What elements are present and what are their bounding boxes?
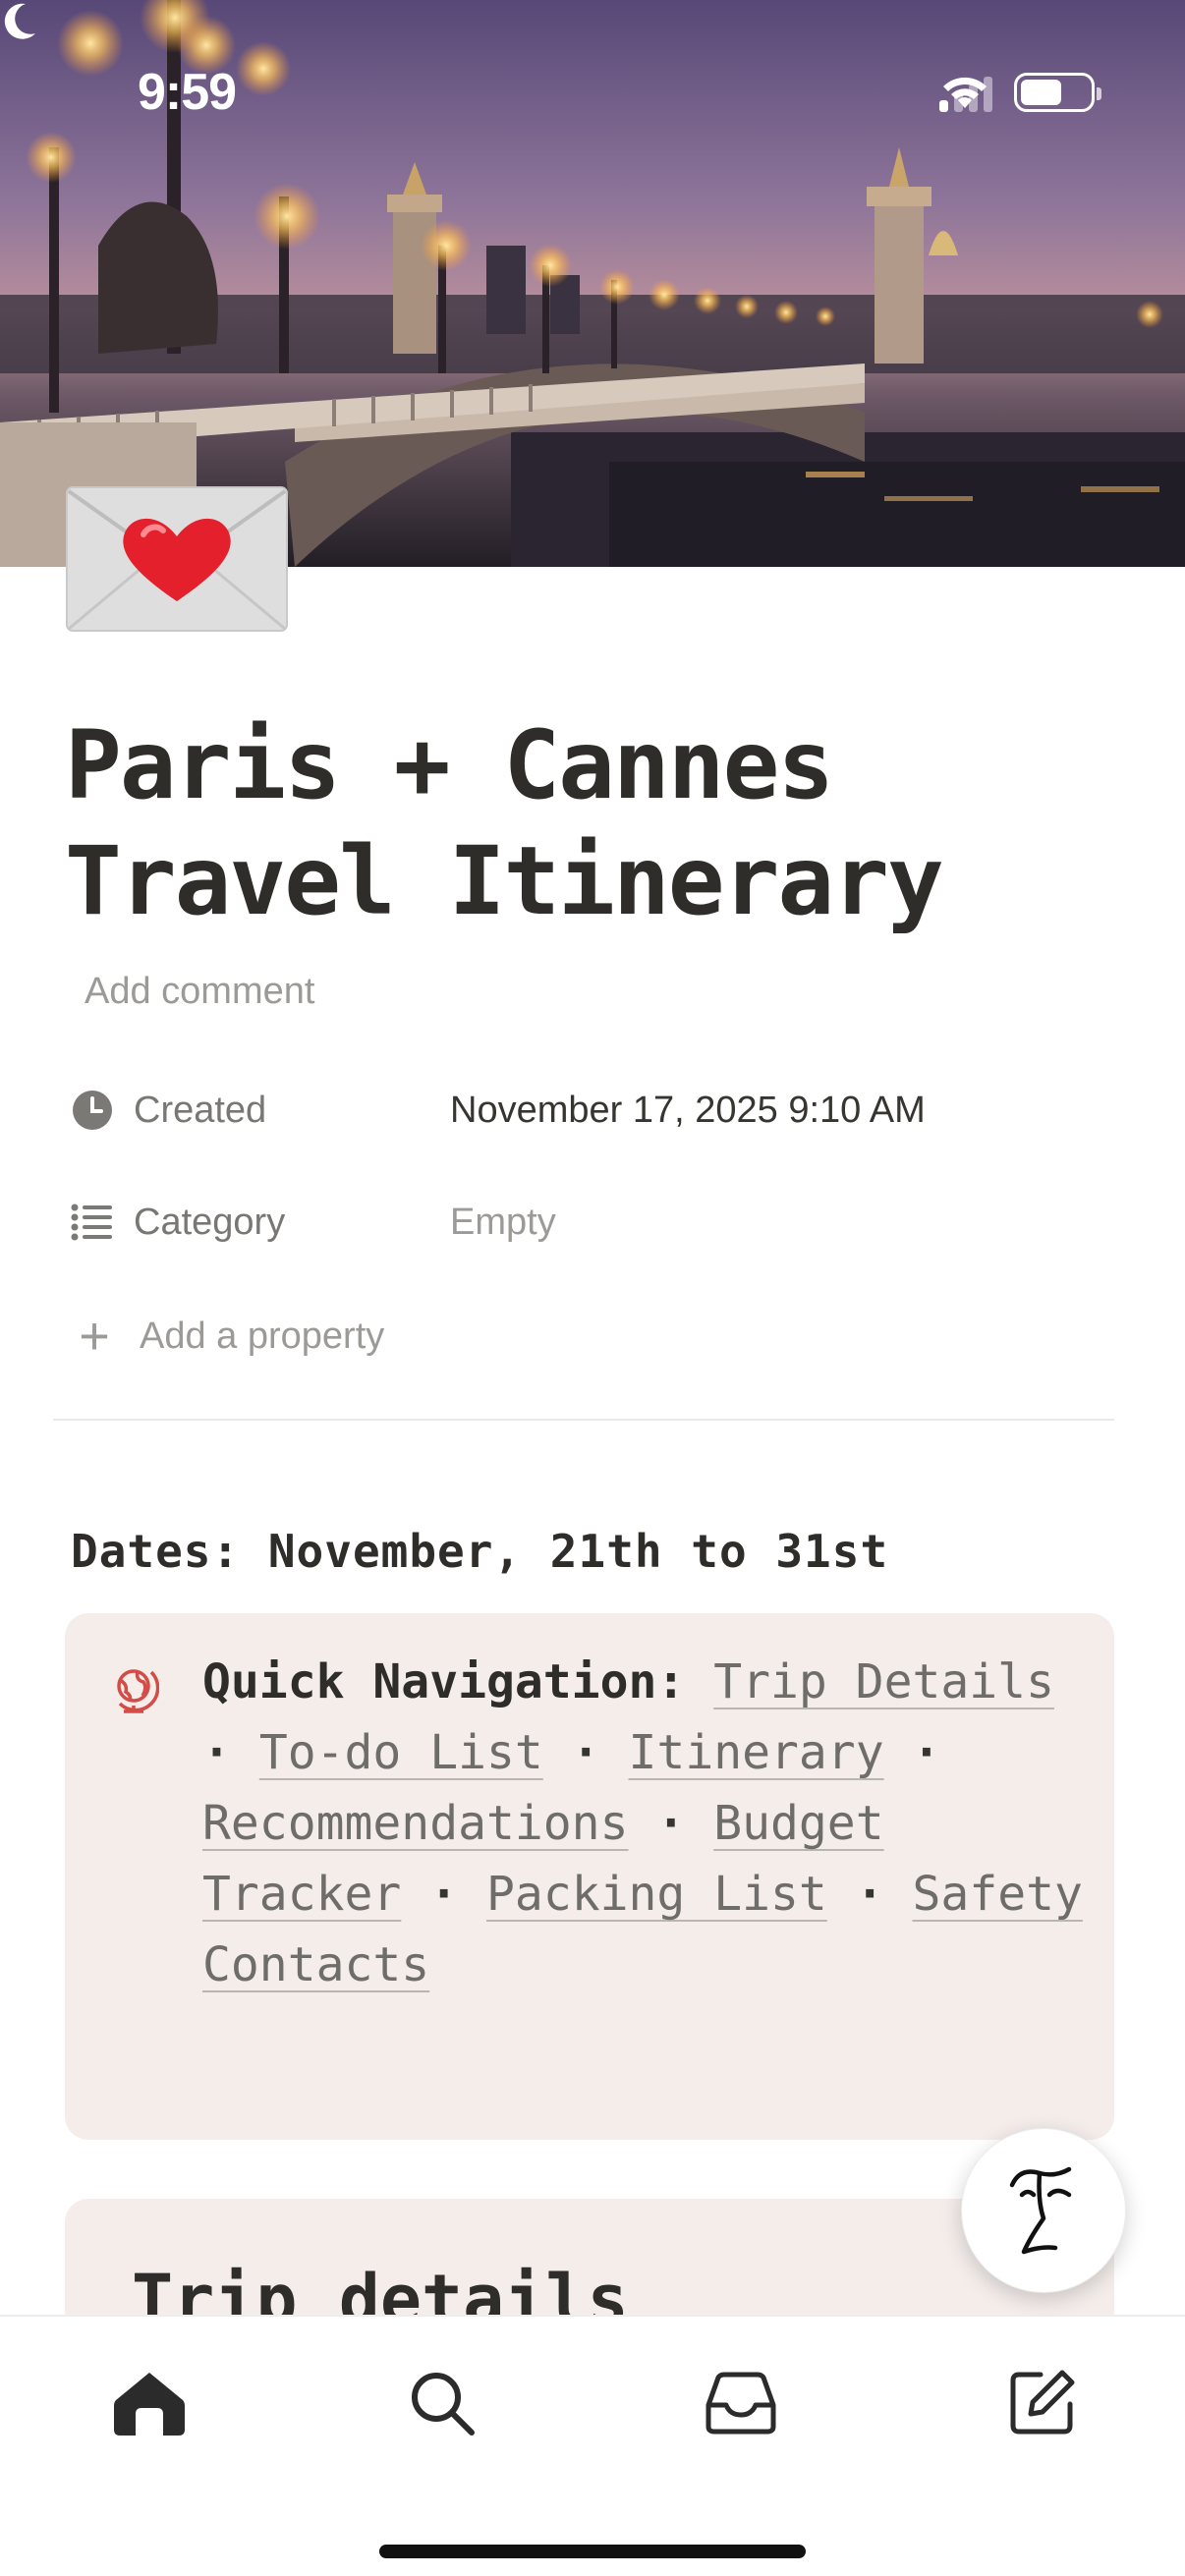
separator: · bbox=[855, 1867, 884, 1922]
home-icon bbox=[114, 2373, 185, 2436]
list-icon bbox=[71, 1201, 114, 1244]
property-name: Category bbox=[134, 1201, 286, 1243]
property-value[interactable]: Empty bbox=[450, 1202, 556, 1244]
clock-icon bbox=[71, 1089, 114, 1132]
link-todo-list[interactable]: To-do List bbox=[259, 1725, 543, 1780]
search-icon bbox=[412, 2373, 475, 2436]
notion-ai-button[interactable] bbox=[961, 2128, 1126, 2293]
add-comment-button[interactable]: Add comment bbox=[85, 971, 314, 1013]
quick-navigation-callout[interactable]: Quick Navigation: Trip Details · To-do L… bbox=[65, 1613, 1114, 2140]
separator: · bbox=[202, 1725, 231, 1780]
nav-search-button[interactable] bbox=[403, 2364, 481, 2442]
status-time: 9:59 bbox=[138, 64, 237, 121]
callout-text: Quick Navigation: Trip Details · To-do L… bbox=[202, 1647, 1087, 2000]
inbox-icon bbox=[705, 2372, 776, 2435]
love-letter-icon[interactable] bbox=[65, 485, 289, 633]
nav-compose-button[interactable] bbox=[1002, 2364, 1081, 2442]
link-itinerary[interactable]: Itinerary bbox=[629, 1725, 884, 1780]
add-property-label: Add a property bbox=[140, 1315, 385, 1357]
notion-ai-face-icon bbox=[1009, 2166, 1072, 2255]
separator: · bbox=[912, 1725, 941, 1780]
home-indicator bbox=[379, 2545, 806, 2558]
globe-icon bbox=[117, 1669, 159, 1713]
status-indicators bbox=[939, 73, 1101, 112]
add-property-button[interactable]: + Add a property bbox=[73, 1307, 384, 1366]
callout-label: Quick Navigation: bbox=[202, 1654, 686, 1709]
property-value: November 17, 2025 9:10 AM bbox=[450, 1089, 926, 1131]
property-name: Created bbox=[134, 1089, 267, 1131]
bottom-nav bbox=[0, 2315, 1185, 2576]
nav-inbox-button[interactable] bbox=[702, 2364, 780, 2442]
compose-icon bbox=[1010, 2370, 1075, 2435]
property-row-created[interactable]: Created November 17, 2025 9:10 AM bbox=[71, 1081, 926, 1140]
page-title[interactable]: Paris + Cannes Travel Itinerary bbox=[65, 707, 1146, 939]
separator: · bbox=[656, 1796, 686, 1851]
cover-image[interactable]: 9:59 bbox=[0, 0, 1185, 567]
divider bbox=[53, 1419, 1114, 1421]
nav-home-button[interactable] bbox=[110, 2364, 189, 2442]
property-row-category[interactable]: Category Empty bbox=[71, 1193, 556, 1252]
separator: · bbox=[429, 1867, 459, 1922]
link-recommendations[interactable]: Recommendations bbox=[202, 1796, 628, 1851]
plus-icon: + bbox=[79, 1307, 110, 1366]
dates-heading[interactable]: Dates: November, 21th to 31st bbox=[71, 1525, 888, 1578]
separator: · bbox=[571, 1725, 600, 1780]
link-trip-details[interactable]: Trip Details bbox=[713, 1654, 1054, 1709]
moon-icon bbox=[4, 3, 35, 39]
wifi-icon bbox=[943, 77, 987, 108]
link-packing-list[interactable]: Packing List bbox=[486, 1867, 827, 1922]
battery-icon bbox=[1014, 73, 1101, 112]
